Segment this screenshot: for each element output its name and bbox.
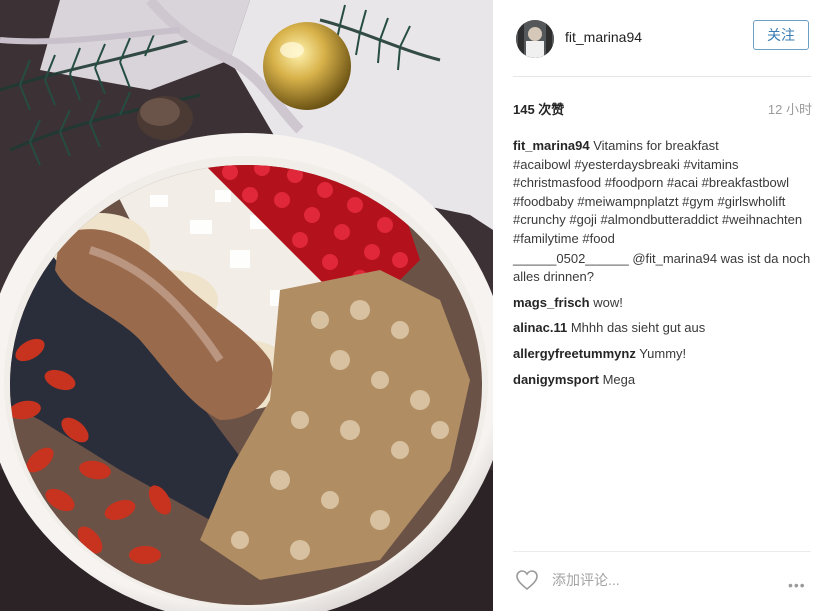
post-details: fit_marina94 关注 145 次赞 12 小时 fit_marina9… xyxy=(493,0,832,611)
post-time: 12 小时 xyxy=(767,102,812,117)
comment-username[interactable]: ______0502______ xyxy=(513,251,629,266)
avatar-image xyxy=(516,20,554,58)
comment-username[interactable]: allergyfreetummynz xyxy=(513,346,636,361)
ellipsis-icon[interactable]: ••• xyxy=(788,577,806,593)
comment-username[interactable]: danigymsport xyxy=(513,372,599,387)
post-username[interactable]: fit_marina94 xyxy=(565,29,642,45)
header-divider xyxy=(513,76,811,77)
acai-bowl-image xyxy=(0,0,493,611)
comment-text: wow! xyxy=(593,294,623,310)
comment-username[interactable]: fit_marina94 xyxy=(513,138,590,153)
comment-text: Mhhh das sieht gut aus xyxy=(570,320,706,336)
comment-text: Mega xyxy=(602,371,636,387)
follow-button[interactable]: 关注 xyxy=(753,20,809,50)
instagram-post: fit_marina94 关注 145 次赞 12 小时 fit_marina9… xyxy=(0,0,832,611)
comment-text: Yummy! xyxy=(639,345,687,361)
add-comment-input[interactable]: 添加评论... xyxy=(552,570,620,590)
list-item: alinac.11 Mhhh das sieht gut aus xyxy=(513,319,811,338)
comments-list: fit_marina94 Vitamins for breakfast #aca… xyxy=(513,137,811,389)
comment-username[interactable]: alinac.11 xyxy=(513,320,567,335)
list-item: mags_frisch wow! xyxy=(513,294,811,313)
list-item: ______0502______ @fit_marina94 was ist d… xyxy=(513,250,811,287)
caption-comment: fit_marina94 Vitamins for breakfast #aca… xyxy=(513,137,811,249)
post-photo[interactable] xyxy=(0,0,493,611)
heart-icon[interactable] xyxy=(515,569,539,596)
post-header: fit_marina94 关注 xyxy=(493,0,832,76)
list-item: allergyfreetummynz Yummy! xyxy=(513,345,811,364)
list-item: danigymsport Mega xyxy=(513,371,811,390)
footer-divider xyxy=(513,551,811,552)
comment-username[interactable]: mags_frisch xyxy=(513,295,590,310)
likes-count[interactable]: 145 次赞 xyxy=(513,99,564,118)
avatar[interactable] xyxy=(516,20,554,58)
caption-text: Vitamins for breakfast #acaibowl #yester… xyxy=(513,138,803,246)
